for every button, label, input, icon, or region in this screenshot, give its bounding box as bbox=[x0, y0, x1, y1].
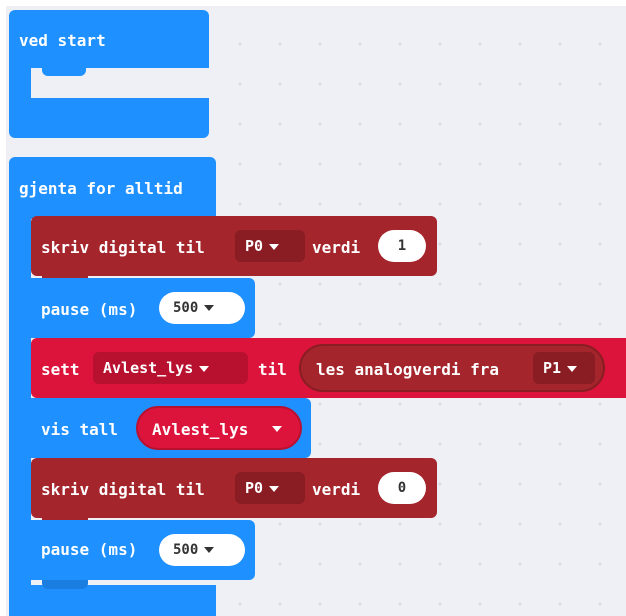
digital-write-2-value-label: verdi bbox=[312, 480, 361, 499]
analog-read-pin-dropdown[interactable]: P1 bbox=[533, 352, 595, 384]
on-start-label: ved start bbox=[19, 31, 106, 50]
set-variable-label: sett bbox=[41, 360, 80, 379]
digital-write-2-label: skriv digital til bbox=[41, 480, 205, 499]
digital-write-2-value-input[interactable]: 0 bbox=[378, 472, 426, 504]
show-number-label: vis tall bbox=[41, 420, 119, 439]
set-variable-name: Avlest_lys bbox=[103, 359, 194, 377]
digital-write-1-pin-value: P0 bbox=[245, 237, 264, 255]
pause-2-value-dropdown[interactable]: 500 bbox=[159, 534, 245, 566]
forever-label: gjenta for alltid bbox=[19, 179, 183, 198]
chevron-down-icon bbox=[204, 547, 215, 553]
show-number-variable: Avlest_lys bbox=[152, 420, 249, 439]
analog-read-pin-value: P1 bbox=[543, 359, 562, 377]
pause-1-value: 500 bbox=[173, 300, 199, 316]
chevron-down-icon bbox=[567, 365, 578, 372]
set-variable-name-dropdown[interactable]: Avlest_lys bbox=[93, 352, 248, 384]
digital-write-1-value-input[interactable]: 1 bbox=[378, 230, 426, 262]
forever-left-rail bbox=[9, 215, 31, 616]
pause-1-label: pause (ms) bbox=[41, 300, 138, 319]
digital-write-1-label: skriv digital til bbox=[41, 238, 205, 257]
analog-read-label: les analogverdi fra bbox=[316, 360, 500, 379]
forever-bottom bbox=[9, 585, 216, 616]
digital-write-2-pin-value: P0 bbox=[245, 479, 264, 497]
chevron-down-icon bbox=[204, 305, 215, 311]
on-start-bottom bbox=[9, 98, 209, 138]
digital-write-1-pin-dropdown[interactable]: P0 bbox=[235, 230, 305, 262]
chevron-down-icon bbox=[269, 243, 280, 250]
pause-2-label: pause (ms) bbox=[41, 540, 138, 559]
pause-2-value: 500 bbox=[173, 542, 199, 558]
digital-write-2-pin-dropdown[interactable]: P0 bbox=[235, 472, 305, 504]
chevron-down-icon bbox=[269, 485, 280, 492]
set-variable-to-label: til bbox=[258, 360, 287, 379]
chevron-down-icon bbox=[272, 426, 282, 432]
pause-1-value-dropdown[interactable]: 500 bbox=[159, 292, 245, 324]
on-start-slot-notch bbox=[42, 68, 86, 76]
pause-2-notch bbox=[42, 580, 88, 589]
chevron-down-icon bbox=[199, 365, 210, 372]
on-start-left-rail bbox=[9, 66, 31, 102]
digital-write-1-value-label: verdi bbox=[312, 238, 361, 257]
